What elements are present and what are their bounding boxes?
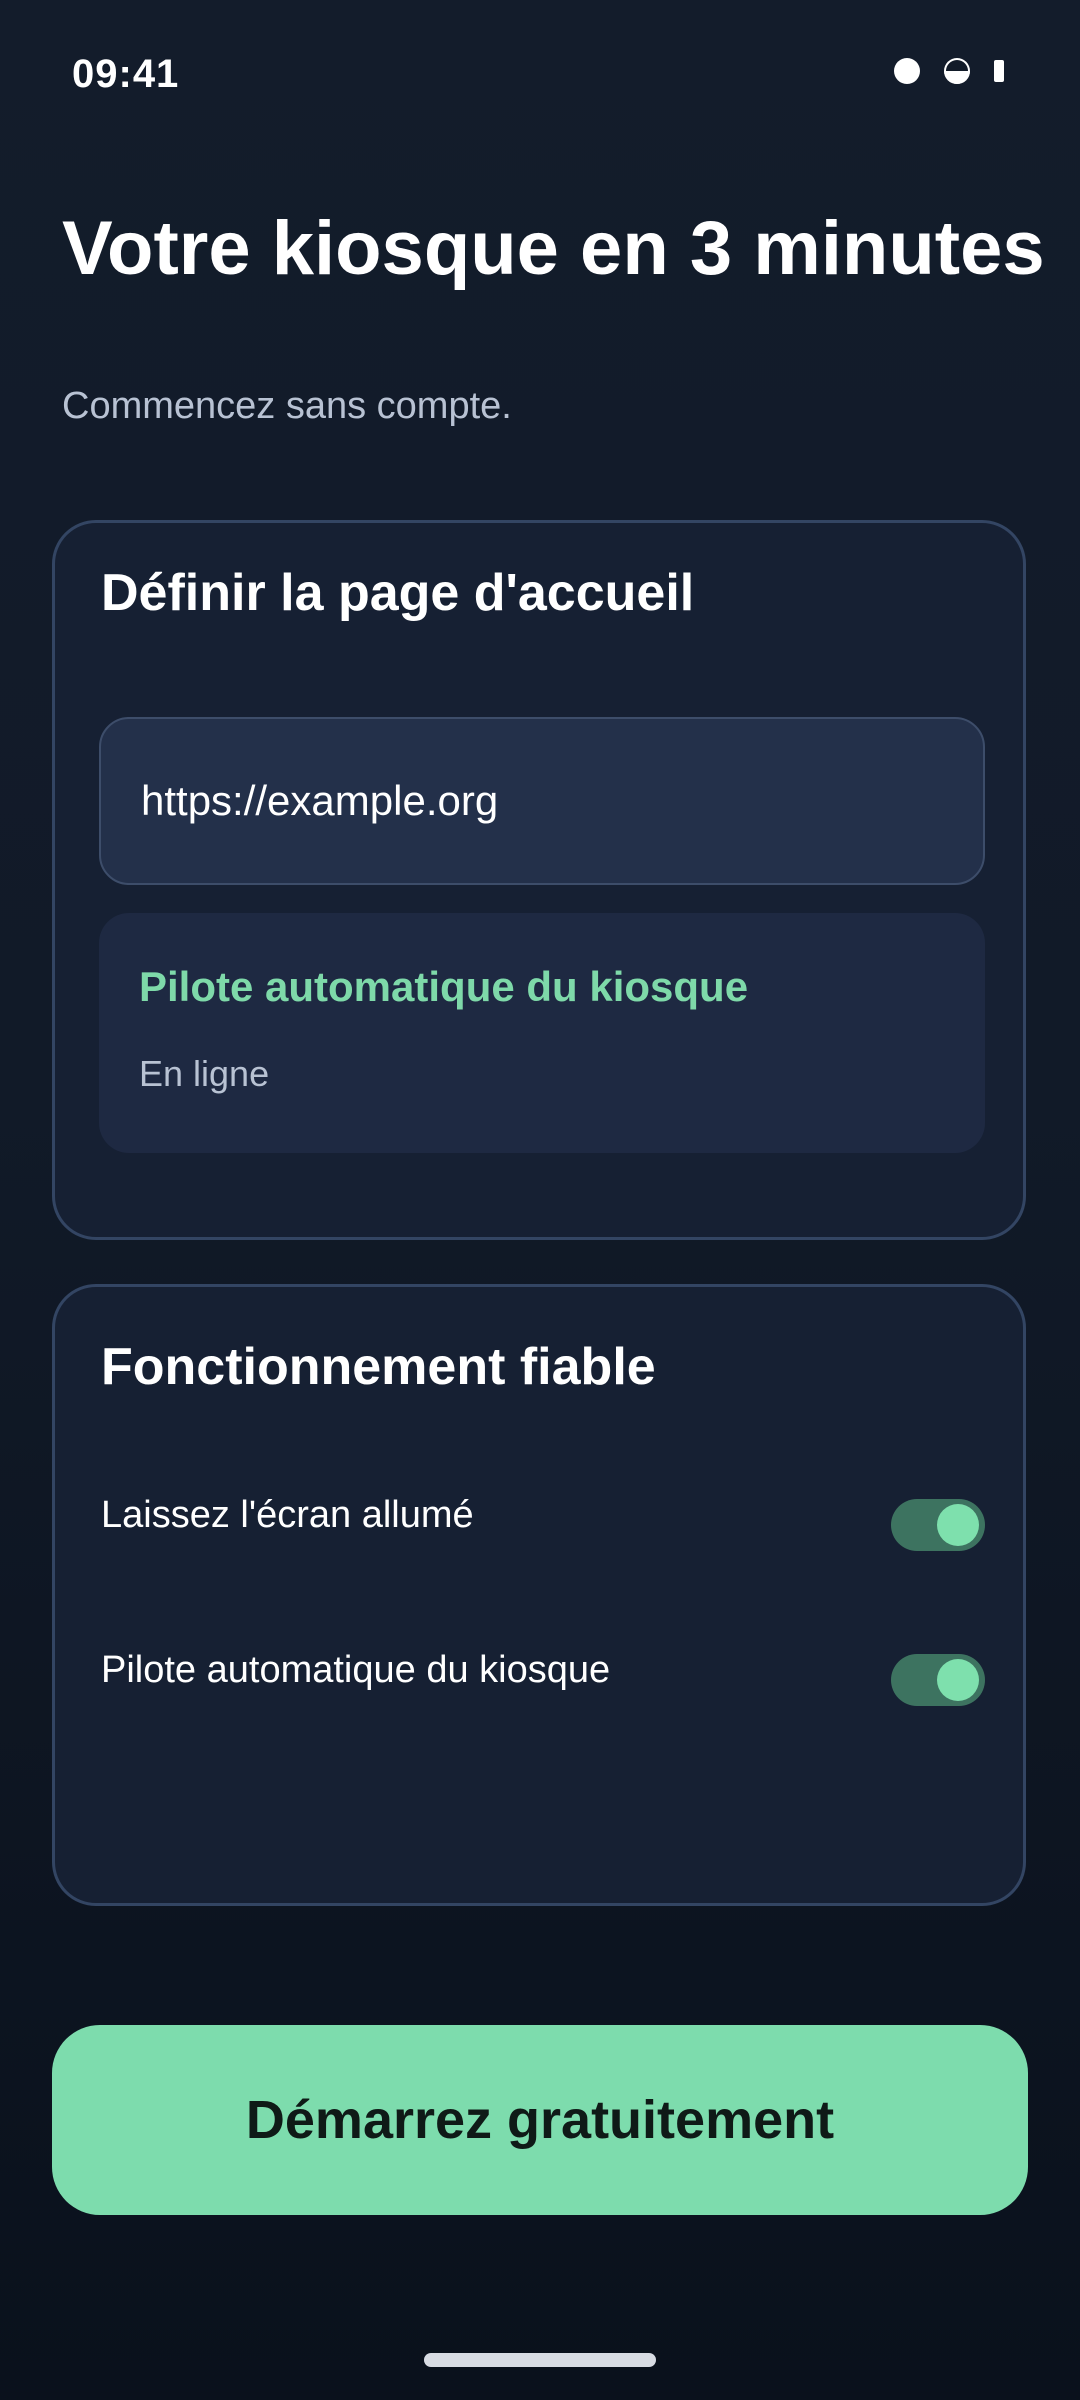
battery-icon [994,60,1004,82]
half-circle-icon [944,58,970,84]
autopilot-status-panel: Pilote automatique du kiosque En ligne [99,913,985,1153]
setting-label-screen-on: Laissez l'écran allumé [101,1494,474,1536]
reliable-card-title: Fonctionnement fiable [101,1338,656,1396]
screen-on-toggle[interactable] [891,1499,985,1551]
reliable-operation-card: Fonctionnement fiable Laissez l'écran al… [52,1284,1026,1906]
page-title: Votre kiosque en 3 minutes [62,206,1045,291]
setting-row-screen-on: Laissez l'écran allumé [101,1494,985,1574]
signal-dot-icon [894,58,920,84]
setting-row-autopilot: Pilote automatique du kiosque [101,1649,985,1729]
toggle-knob [937,1659,979,1701]
autopilot-status-value: En ligne [139,1053,270,1094]
autopilot-status-title: Pilote automatique du kiosque [139,963,749,1010]
home-indicator[interactable] [424,2353,656,2367]
homepage-url-input[interactable] [99,717,985,885]
toggle-knob [937,1504,979,1546]
homepage-card-title: Définir la page d'accueil [101,564,695,622]
status-time: 09:41 [72,52,180,96]
homepage-card: Définir la page d'accueil Pilote automat… [52,520,1026,1240]
autopilot-toggle[interactable] [891,1654,985,1706]
start-free-button[interactable]: Démarrez gratuitement [52,2025,1028,2215]
setting-label-autopilot: Pilote automatique du kiosque [101,1649,611,1691]
status-icons [894,58,1004,84]
status-bar: 09:41 [0,0,1080,150]
page-subtitle: Commencez sans compte. [62,385,512,427]
